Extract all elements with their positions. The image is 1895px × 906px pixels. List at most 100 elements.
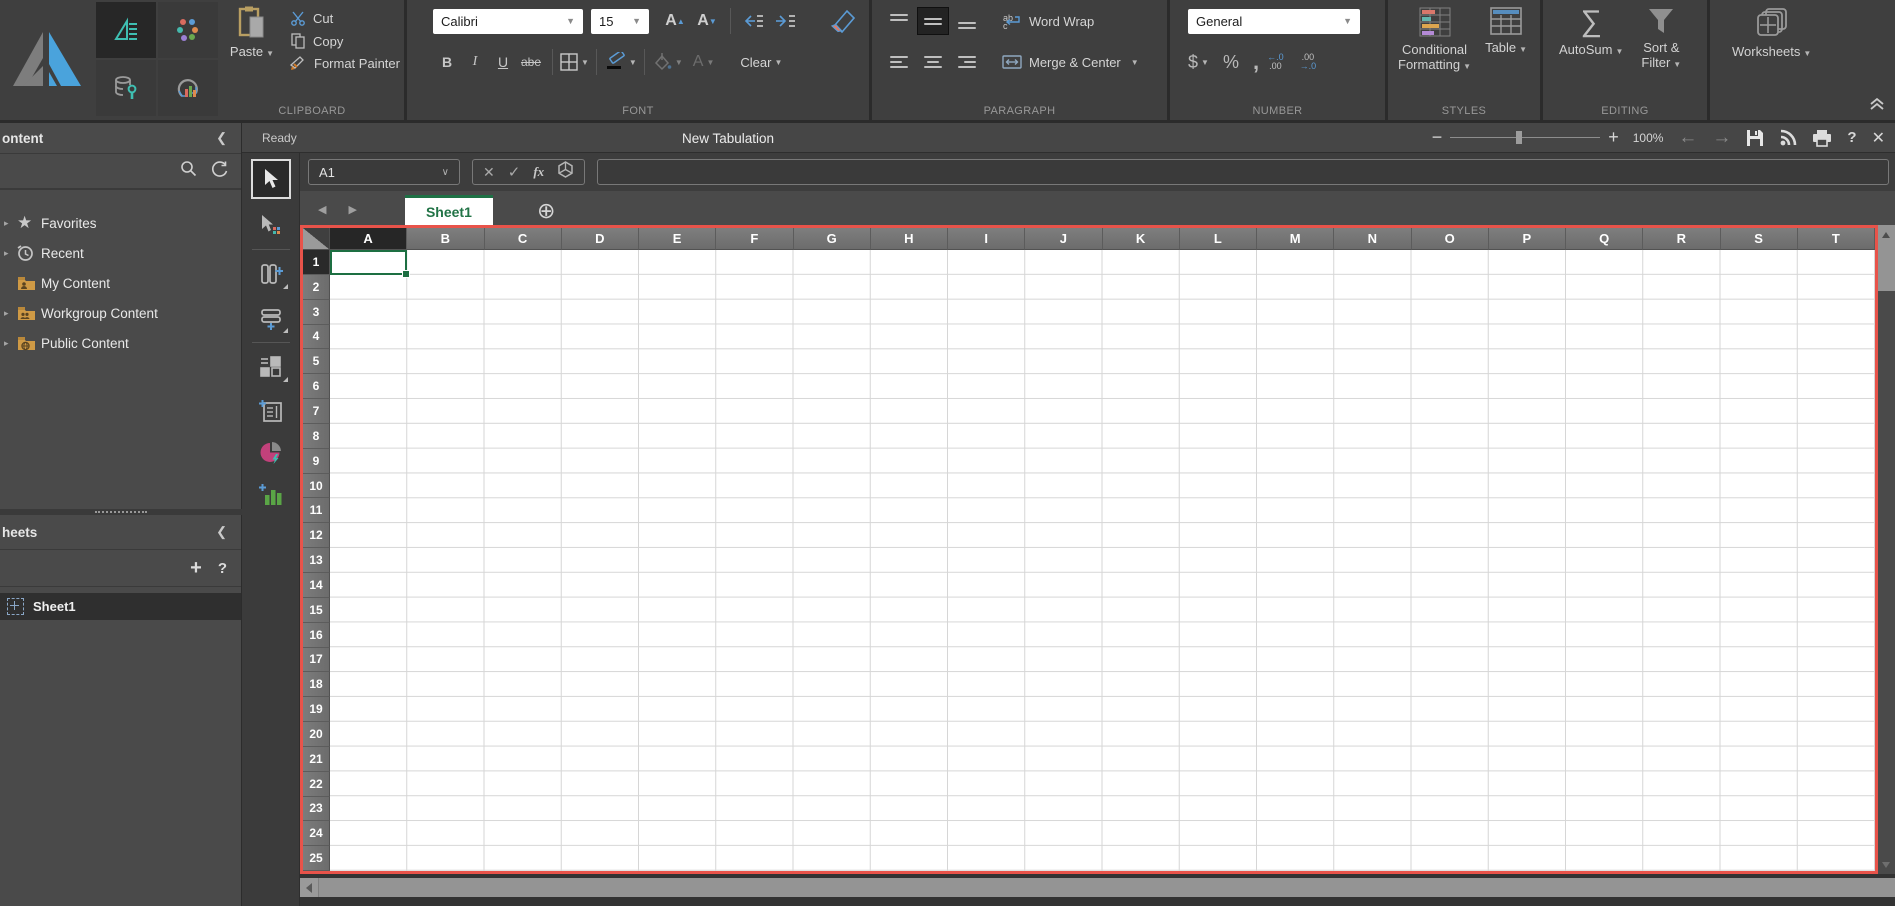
tree-item-workgroup-content[interactable]: ▸ Workgroup Content — [0, 298, 241, 328]
explore-app-tile[interactable] — [158, 2, 218, 58]
column-header-N[interactable]: N — [1334, 228, 1411, 250]
next-sheet-button[interactable]: ▶ — [348, 203, 356, 216]
column-header-A[interactable]: A — [330, 228, 407, 250]
zoom-out-button[interactable]: − — [1432, 127, 1443, 148]
tree-item-favorites[interactable]: ▸ ★ Favorites — [0, 208, 241, 238]
merge-center-button[interactable]: Merge & Center ▼ — [1002, 55, 1139, 70]
row-header-1[interactable]: 1 — [303, 250, 330, 275]
erase-cell-button[interactable] — [816, 9, 864, 33]
row-header-5[interactable]: 5 — [303, 349, 330, 374]
expand-arrow-icon[interactable]: ▸ — [4, 308, 17, 319]
column-header-D[interactable]: D — [562, 228, 639, 250]
column-header-Q[interactable]: Q — [1566, 228, 1643, 250]
close-button[interactable]: ✕ — [1872, 128, 1885, 148]
column-header-B[interactable]: B — [407, 228, 484, 250]
vertical-scrollbar[interactable] — [1878, 225, 1895, 874]
column-header-C[interactable]: C — [485, 228, 562, 250]
horizontal-scrollbar[interactable] — [300, 878, 1895, 897]
row-header-22[interactable]: 22 — [303, 772, 330, 797]
expand-arrow-icon[interactable]: ▸ — [4, 338, 17, 349]
search-button[interactable] — [180, 160, 197, 182]
column-header-S[interactable]: S — [1721, 228, 1798, 250]
row-header-9[interactable]: 9 — [303, 449, 330, 474]
pen-color-button[interactable]: ▼ — [604, 52, 637, 72]
column-header-I[interactable]: I — [948, 228, 1025, 250]
worksheets-button[interactable]: Worksheets▼ — [1732, 0, 1811, 120]
row-header-21[interactable]: 21 — [303, 747, 330, 772]
feed-share-button[interactable] — [1779, 129, 1797, 147]
horizontal-scrollbar-thumb[interactable] — [319, 878, 1895, 897]
font-color-button[interactable]: A ▼ — [693, 53, 715, 71]
fill-color-button[interactable]: ▼ — [652, 53, 683, 71]
scroll-up-arrow-icon[interactable] — [1882, 232, 1890, 238]
select-tool-button[interactable] — [251, 159, 291, 199]
sheet-tab-active[interactable]: Sheet1 — [405, 195, 493, 225]
row-header-20[interactable]: 20 — [303, 722, 330, 747]
column-header-P[interactable]: P — [1489, 228, 1566, 250]
decrease-decimal-button[interactable]: ←.0 .00 — [1267, 53, 1284, 71]
zoom-slider[interactable] — [1450, 137, 1600, 138]
underline-button[interactable]: U — [489, 50, 517, 74]
row-header-14[interactable]: 14 — [303, 573, 330, 598]
conditional-formatting-button[interactable]: Conditional Formatting▼ — [1398, 0, 1471, 120]
comma-format-button[interactable]: , — [1253, 49, 1259, 75]
zoom-slider-thumb[interactable] — [1516, 131, 1522, 144]
layout-blocks-button[interactable] — [251, 349, 291, 385]
cut-button[interactable]: Cut — [290, 10, 400, 26]
row-header-4[interactable]: 4 — [303, 325, 330, 350]
column-header-H[interactable]: H — [871, 228, 948, 250]
row-header-2[interactable]: 2 — [303, 275, 330, 300]
table-styles-button[interactable]: Table▼ — [1485, 0, 1527, 120]
zoom-in-button[interactable]: + — [1608, 127, 1619, 148]
autosum-button[interactable]: ∑ AutoSum▼ — [1559, 0, 1623, 120]
undo-back-button[interactable]: ← — [1678, 127, 1697, 149]
increase-decimal-button[interactable]: .00 →.0 — [1300, 53, 1317, 71]
scroll-down-arrow-icon[interactable] — [1882, 862, 1890, 868]
row-header-7[interactable]: 7 — [303, 399, 330, 424]
column-header-G[interactable]: G — [794, 228, 871, 250]
insert-bar-chart-button[interactable] — [251, 477, 291, 513]
tree-item-my-content[interactable]: My Content — [0, 268, 241, 298]
row-header-18[interactable]: 18 — [303, 672, 330, 697]
format-painter-button[interactable]: Format Painter — [290, 56, 400, 71]
cancel-entry-button[interactable]: ✕ — [483, 164, 495, 181]
sheet-list-item[interactable]: Sheet1 — [0, 593, 241, 620]
copy-button[interactable]: Copy — [290, 33, 400, 49]
collapse-ribbon-button[interactable] — [1869, 97, 1885, 116]
shrink-font-button[interactable]: A▼ — [691, 12, 723, 30]
cell-name-box[interactable]: A1 ∨ — [308, 159, 460, 185]
row-header-13[interactable]: 13 — [303, 548, 330, 573]
column-header-O[interactable]: O — [1412, 228, 1489, 250]
strikethrough-button[interactable]: abe — [517, 50, 545, 74]
insert-pie-chart-button[interactable] — [251, 435, 291, 471]
insert-function-button[interactable]: fx — [533, 164, 544, 180]
select-all-corner[interactable] — [303, 228, 330, 250]
font-size-select[interactable]: 15 ▼ — [591, 9, 649, 34]
column-header-M[interactable]: M — [1257, 228, 1334, 250]
clear-button[interactable]: Clear ▼ — [740, 55, 782, 70]
row-header-15[interactable]: 15 — [303, 598, 330, 623]
row-header-10[interactable]: 10 — [303, 474, 330, 499]
column-header-L[interactable]: L — [1180, 228, 1257, 250]
paste-button[interactable]: Paste▼ — [220, 6, 284, 120]
previous-sheet-button[interactable]: ◀ — [318, 203, 326, 216]
content-panel-collapse-button[interactable]: ❮ — [216, 130, 227, 146]
column-header-E[interactable]: E — [639, 228, 716, 250]
multi-select-tool-button[interactable] — [251, 207, 291, 243]
cells-area[interactable] — [330, 250, 1875, 871]
column-header-J[interactable]: J — [1025, 228, 1102, 250]
insert-report-object-button[interactable] — [251, 393, 291, 429]
column-header-K[interactable]: K — [1103, 228, 1180, 250]
grow-font-button[interactable]: A▲ — [659, 12, 691, 30]
currency-format-button[interactable]: $ ▼ — [1188, 52, 1209, 73]
print-button[interactable] — [1812, 129, 1832, 147]
bold-button[interactable]: B — [433, 50, 461, 74]
row-header-24[interactable]: 24 — [303, 821, 330, 846]
sheets-help-button[interactable]: ? — [218, 560, 227, 577]
borders-button[interactable]: ▼ — [560, 53, 589, 71]
sheets-panel-collapse-button[interactable]: ❮ — [216, 524, 227, 540]
scroll-left-button[interactable] — [300, 878, 319, 897]
word-wrap-button[interactable]: ab c Word Wrap — [1002, 13, 1094, 29]
formula-input[interactable] — [597, 159, 1889, 185]
row-header-16[interactable]: 16 — [303, 623, 330, 648]
